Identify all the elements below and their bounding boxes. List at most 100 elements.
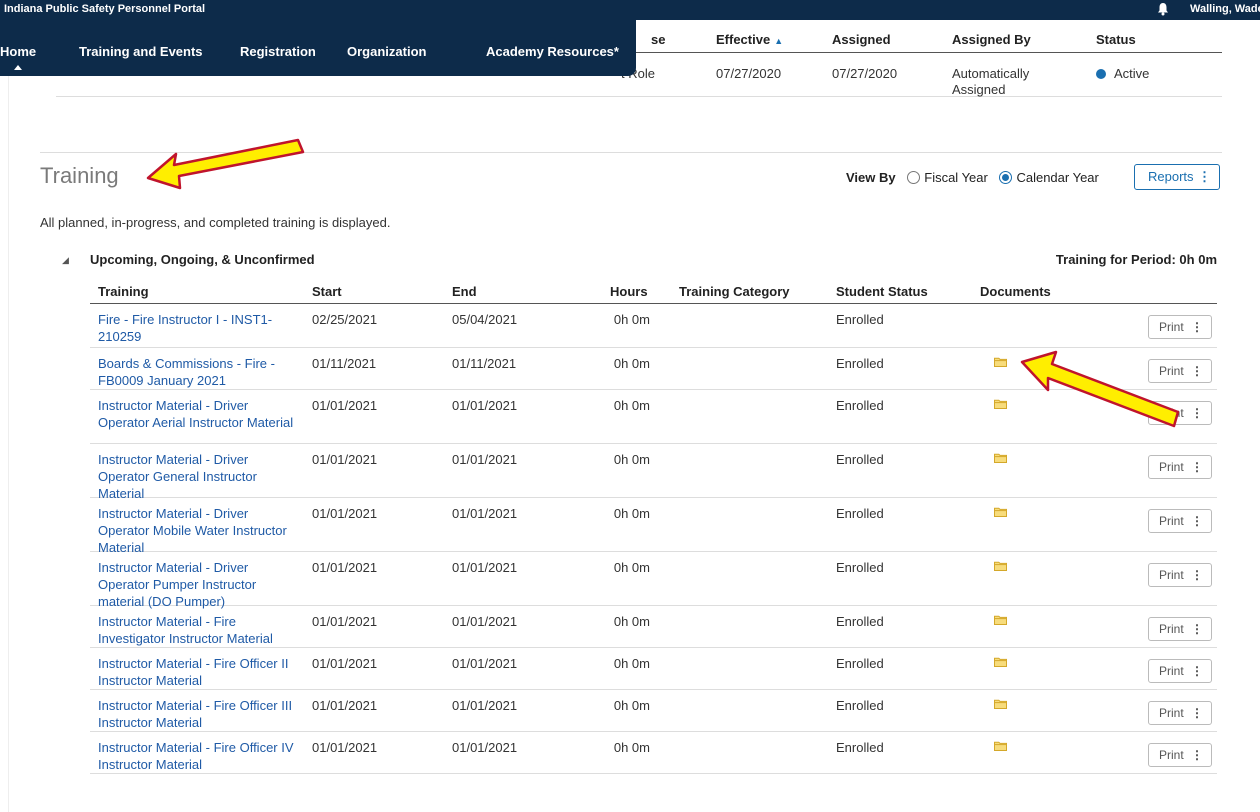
folder-icon[interactable] (994, 453, 1007, 463)
student-status: Enrolled (836, 312, 884, 327)
nav-academy-resources[interactable]: Academy Resources* (486, 44, 619, 59)
student-status: Enrolled (836, 614, 884, 629)
print-button[interactable]: Print ⋮ (1148, 563, 1212, 587)
nav-registration[interactable]: Registration (240, 44, 316, 59)
folder-icon[interactable] (994, 399, 1007, 409)
view-by-label: View By (846, 170, 896, 185)
table-row: Instructor Material - Fire Officer III I… (90, 690, 1217, 732)
print-button-label: Print (1159, 664, 1184, 678)
training-link[interactable]: Instructor Material - Fire Officer II In… (98, 655, 298, 689)
user-menu[interactable]: Walling, Wade E.▾ (1190, 3, 1260, 15)
folder-icon[interactable] (994, 699, 1007, 709)
training-hours: 0h 0m (613, 656, 650, 671)
print-button-label: Print (1159, 748, 1184, 762)
print-button[interactable]: Print ⋮ (1148, 509, 1212, 533)
print-button-label: Print (1159, 568, 1184, 582)
student-status: Enrolled (836, 506, 884, 521)
group-title[interactable]: Upcoming, Ongoing, & Unconfirmed (90, 252, 315, 267)
print-button[interactable]: Print ⋮ (1148, 743, 1212, 767)
page-gutter-rule (8, 0, 9, 812)
training-link[interactable]: Instructor Material - Driver Operator Mo… (98, 505, 298, 556)
table-row: Instructor Material - Driver Operator Ge… (90, 444, 1217, 501)
student-status: Enrolled (836, 560, 884, 575)
role-status-cell: Active (1096, 66, 1149, 82)
training-start-date: 01/01/2021 (312, 506, 378, 521)
folder-icon[interactable] (994, 357, 1007, 367)
radio-fiscal-year[interactable] (907, 171, 921, 184)
annotation-arrow-training-title (146, 138, 305, 190)
print-button-label: Print (1159, 514, 1184, 528)
print-button[interactable]: Print ⋮ (1148, 617, 1212, 641)
collapse-toggle-icon[interactable]: ◢ (62, 255, 69, 266)
student-status: Enrolled (836, 656, 884, 671)
training-end-date: 05/04/2021 (452, 312, 518, 327)
nav-organization[interactable]: Organization (347, 44, 426, 59)
portal-header: Indiana Public Safety Personnel Portal W… (0, 0, 1260, 20)
training-link[interactable]: Instructor Material - Driver Operator Pu… (98, 559, 298, 610)
kebab-menu-icon: ⋮ (1191, 514, 1203, 528)
reports-button[interactable]: Reports ⋮ (1134, 164, 1220, 190)
kebab-menu-icon: ⋮ (1191, 622, 1203, 636)
bell-icon[interactable] (1157, 2, 1169, 16)
folder-icon[interactable] (994, 507, 1007, 517)
col-header-student-status: Student Status (836, 284, 928, 299)
reports-button-label: Reports (1148, 169, 1194, 184)
radio-fiscal-year-label[interactable]: Fiscal Year (924, 170, 988, 185)
sort-ascending-icon: ▲ (774, 36, 784, 46)
training-link[interactable]: Instructor Material - Driver Operator Ae… (98, 397, 298, 431)
portal-title: Indiana Public Safety Personnel Portal (4, 3, 206, 15)
print-button[interactable]: Print ⋮ (1148, 455, 1212, 479)
training-end-date: 01/01/2021 (452, 506, 518, 521)
view-by-selector: View By Fiscal Year Calendar Year (846, 170, 1107, 185)
role-col-header-assigned[interactable]: Assigned (832, 32, 891, 47)
kebab-menu-icon: ⋮ (1191, 568, 1203, 582)
training-end-date: 01/01/2021 (452, 398, 518, 413)
training-link[interactable]: Instructor Material - Driver Operator Ge… (98, 451, 298, 502)
nav-training-and-events[interactable]: Training and Events (79, 44, 203, 59)
kebab-menu-icon: ⋮ (1191, 664, 1203, 678)
training-start-date: 02/25/2021 (312, 312, 378, 327)
role-col-header-effective[interactable]: Effective ▲ (716, 32, 783, 47)
role-assigned-cell: 07/27/2020 (832, 66, 898, 81)
student-status: Enrolled (836, 452, 884, 467)
training-link[interactable]: Boards & Commissions - Fire - FB0009 Jan… (98, 355, 298, 389)
training-hours: 0h 0m (613, 506, 650, 521)
training-end-date: 01/01/2021 (452, 698, 518, 713)
print-button[interactable]: Print ⋮ (1148, 315, 1212, 339)
col-header-hours: Hours (610, 284, 648, 299)
training-end-date: 01/01/2021 (452, 656, 518, 671)
role-col-header-assigned-by[interactable]: Assigned By (952, 32, 1031, 47)
training-start-date: 01/01/2021 (312, 740, 378, 755)
folder-icon[interactable] (994, 561, 1007, 571)
col-header-training-category: Training Category (679, 284, 790, 299)
training-end-date: 01/01/2021 (452, 614, 518, 629)
training-link[interactable]: Instructor Material - Fire Officer III I… (98, 697, 298, 731)
role-col-header-effective-label: Effective (716, 32, 771, 47)
table-row: Instructor Material - Driver Operator Mo… (90, 498, 1217, 555)
training-link[interactable]: Instructor Material - Fire Officer IV In… (98, 739, 298, 773)
training-start-date: 01/01/2021 (312, 614, 378, 629)
folder-icon[interactable] (994, 741, 1007, 751)
kebab-menu-icon: ⋮ (1191, 320, 1203, 334)
training-link[interactable]: Instructor Material - Fire Investigator … (98, 613, 298, 647)
print-button[interactable]: Print ⋮ (1148, 701, 1212, 725)
folder-icon[interactable] (994, 615, 1007, 625)
training-start-date: 01/11/2021 (312, 356, 377, 371)
table-row: Instructor Material - Fire Investigator … (90, 606, 1217, 648)
print-button-label: Print (1159, 622, 1184, 636)
kebab-menu-icon: ⋮ (1191, 748, 1203, 762)
folder-icon[interactable] (994, 657, 1007, 667)
role-col-header-status[interactable]: Status (1096, 32, 1136, 47)
radio-calendar-year-label[interactable]: Calendar Year (1016, 170, 1098, 185)
print-button-label: Print (1159, 460, 1184, 474)
print-button[interactable]: Print ⋮ (1148, 659, 1212, 683)
radio-calendar-year[interactable] (999, 171, 1013, 184)
training-link[interactable]: Fire - Fire Instructor I - INST1-210259 (98, 311, 298, 345)
table-row: Instructor Material - Driver Operator Pu… (90, 552, 1217, 609)
training-start-date: 01/01/2021 (312, 452, 378, 467)
col-header-end: End (452, 284, 477, 299)
training-start-date: 01/01/2021 (312, 656, 378, 671)
col-header-training: Training (98, 284, 149, 299)
role-header-divider (636, 52, 1222, 53)
nav-home[interactable]: Home (0, 44, 36, 59)
